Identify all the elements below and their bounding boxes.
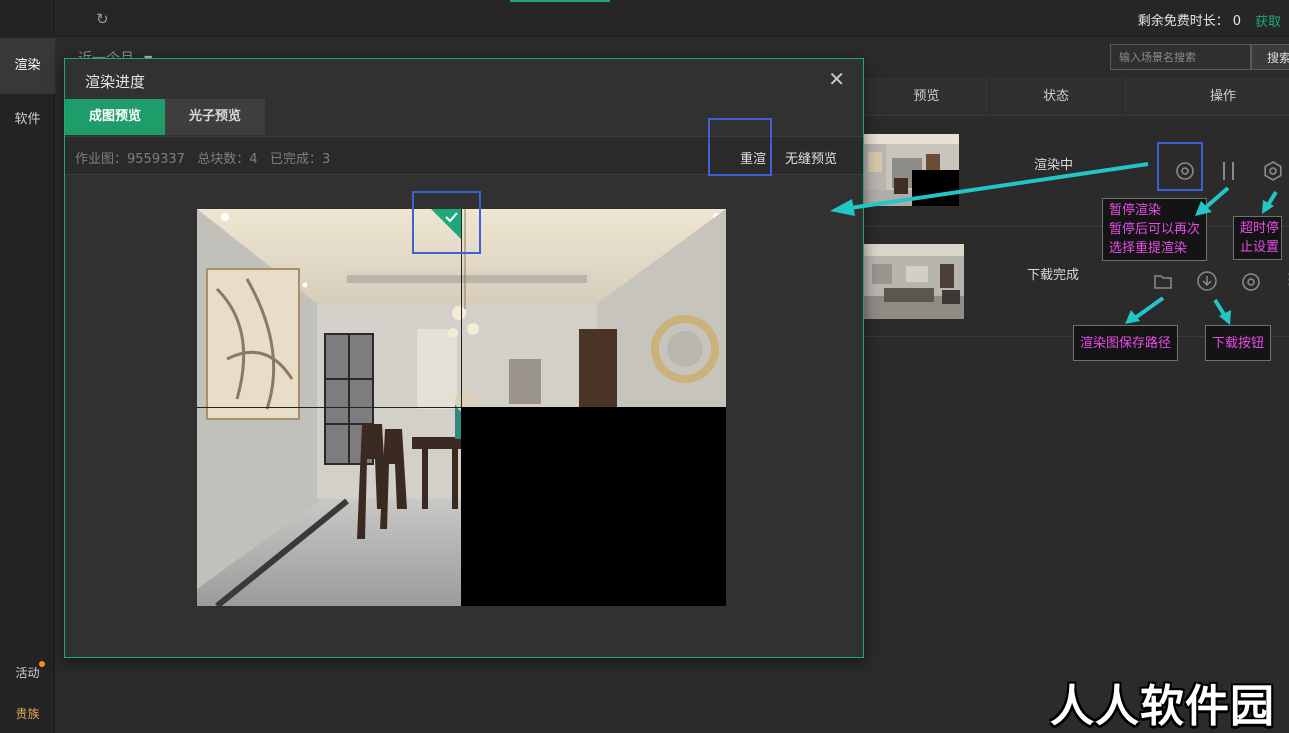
annotation-arrows [830,162,1278,325]
watermark-logo: 人人软件园 [1050,681,1275,732]
